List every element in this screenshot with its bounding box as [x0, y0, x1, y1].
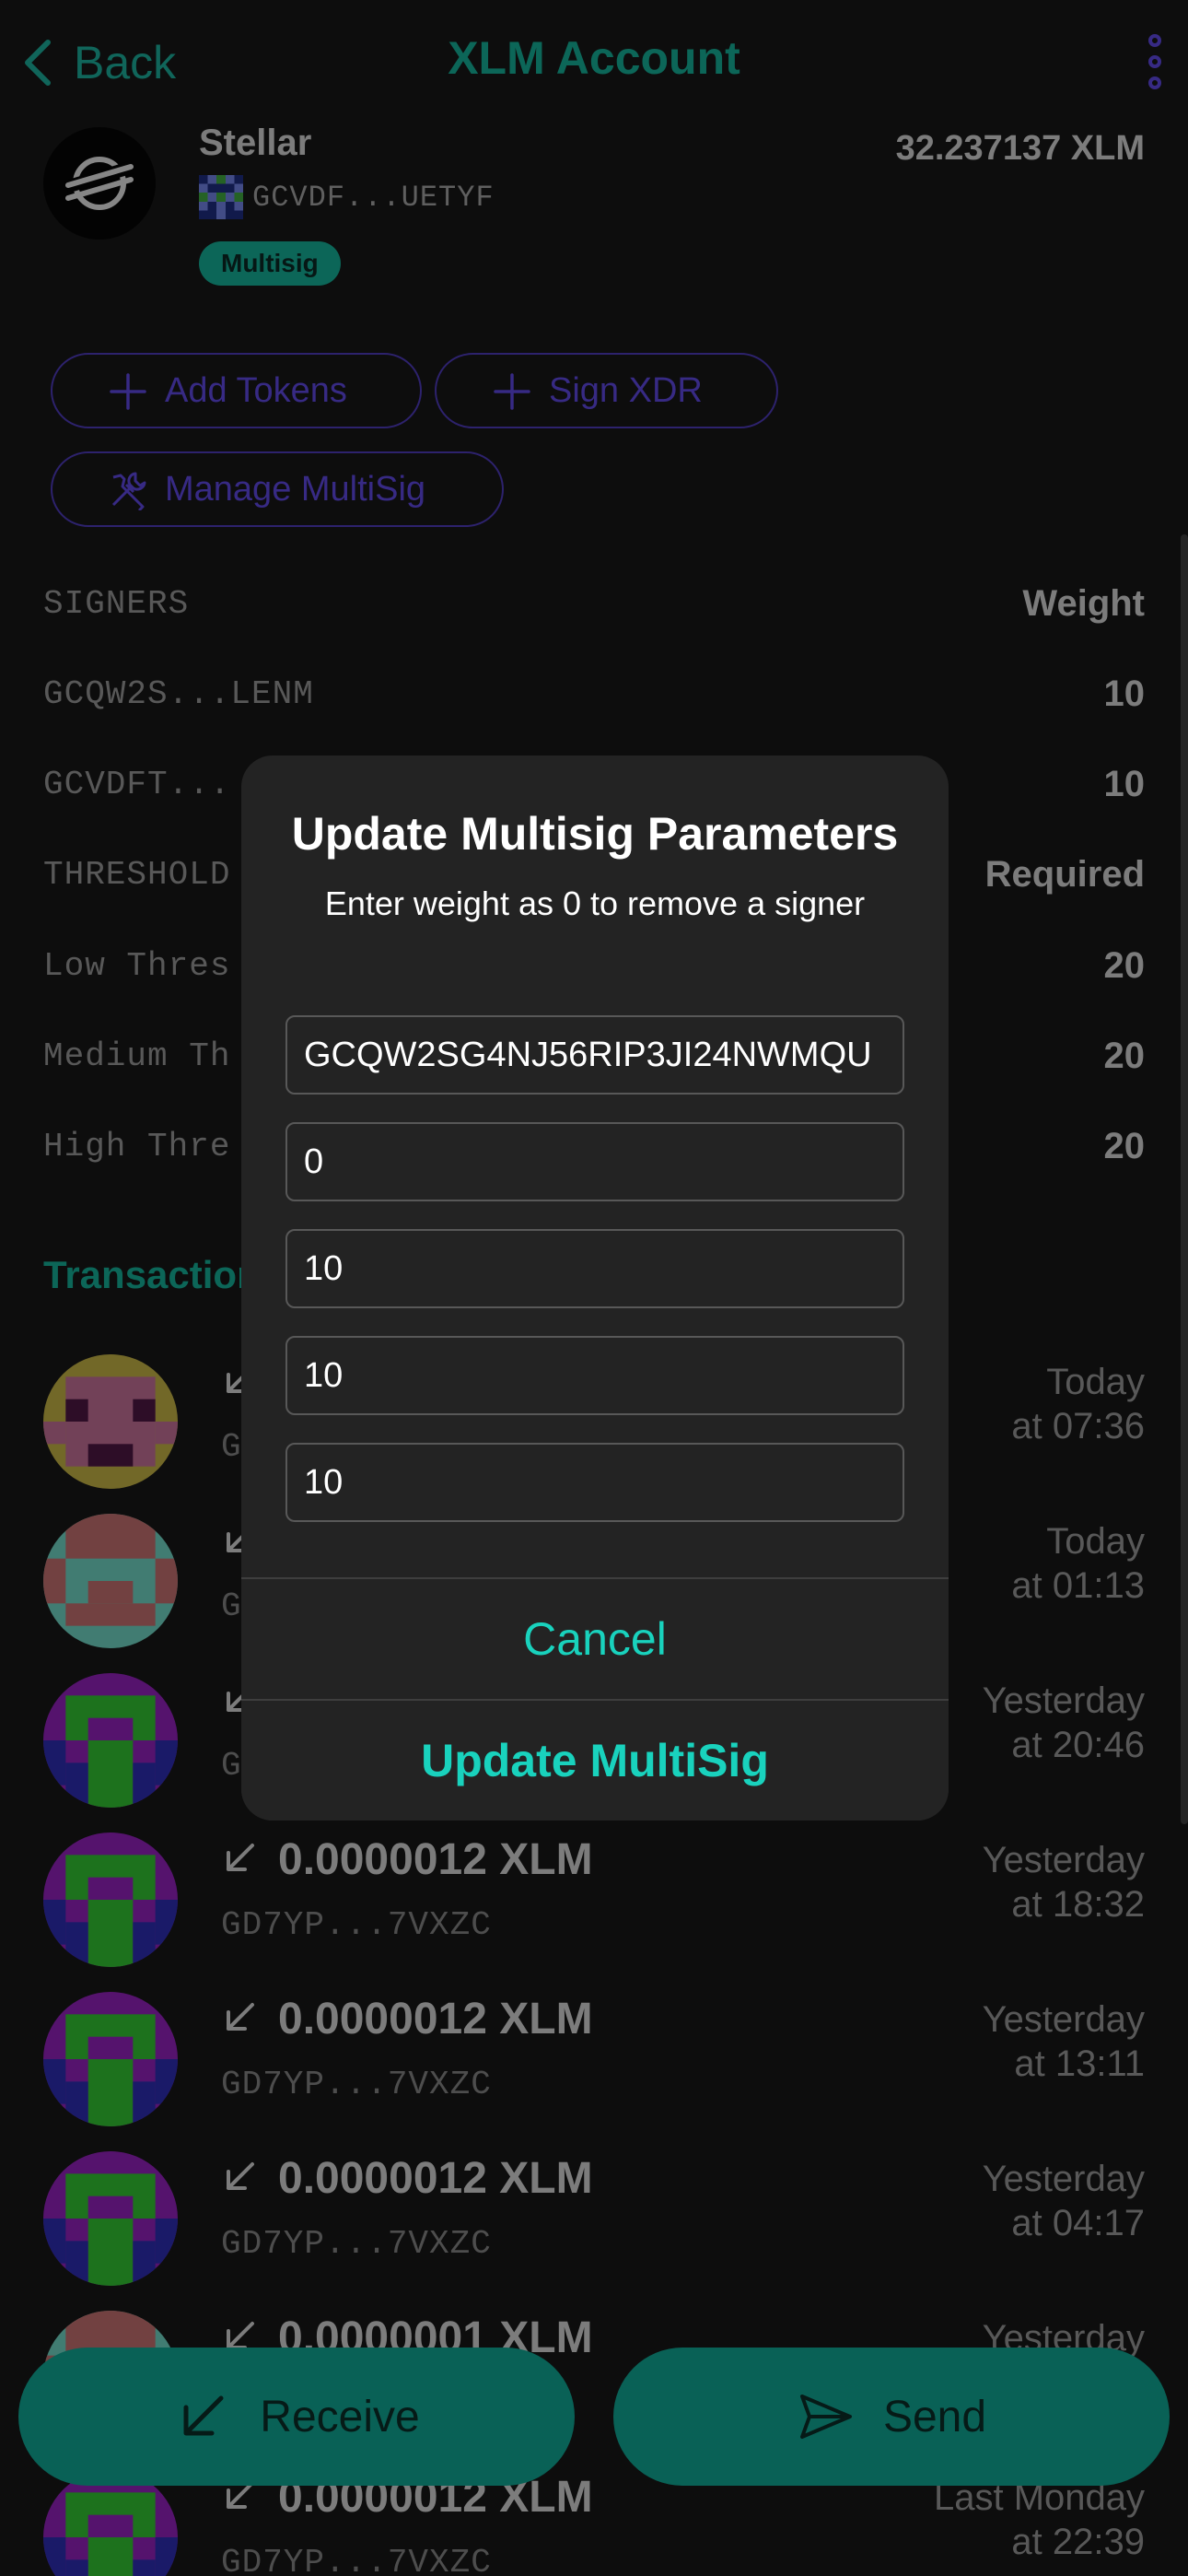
medium-threshold-input[interactable] [285, 1336, 904, 1415]
signer-weight-input[interactable] [285, 1122, 904, 1201]
update-multisig-button[interactable]: Update MultiSig [241, 1701, 949, 1821]
update-multisig-dialog: Update Multisig Parameters Enter weight … [241, 755, 949, 1821]
signer-key-input[interactable] [285, 1015, 904, 1095]
dialog-title: Update Multisig Parameters [291, 808, 899, 860]
cancel-button[interactable]: Cancel [241, 1577, 949, 1701]
high-threshold-input[interactable] [285, 1443, 904, 1522]
dialog-subtitle: Enter weight as 0 to remove a signer [324, 884, 866, 922]
low-threshold-input[interactable] [285, 1229, 904, 1308]
